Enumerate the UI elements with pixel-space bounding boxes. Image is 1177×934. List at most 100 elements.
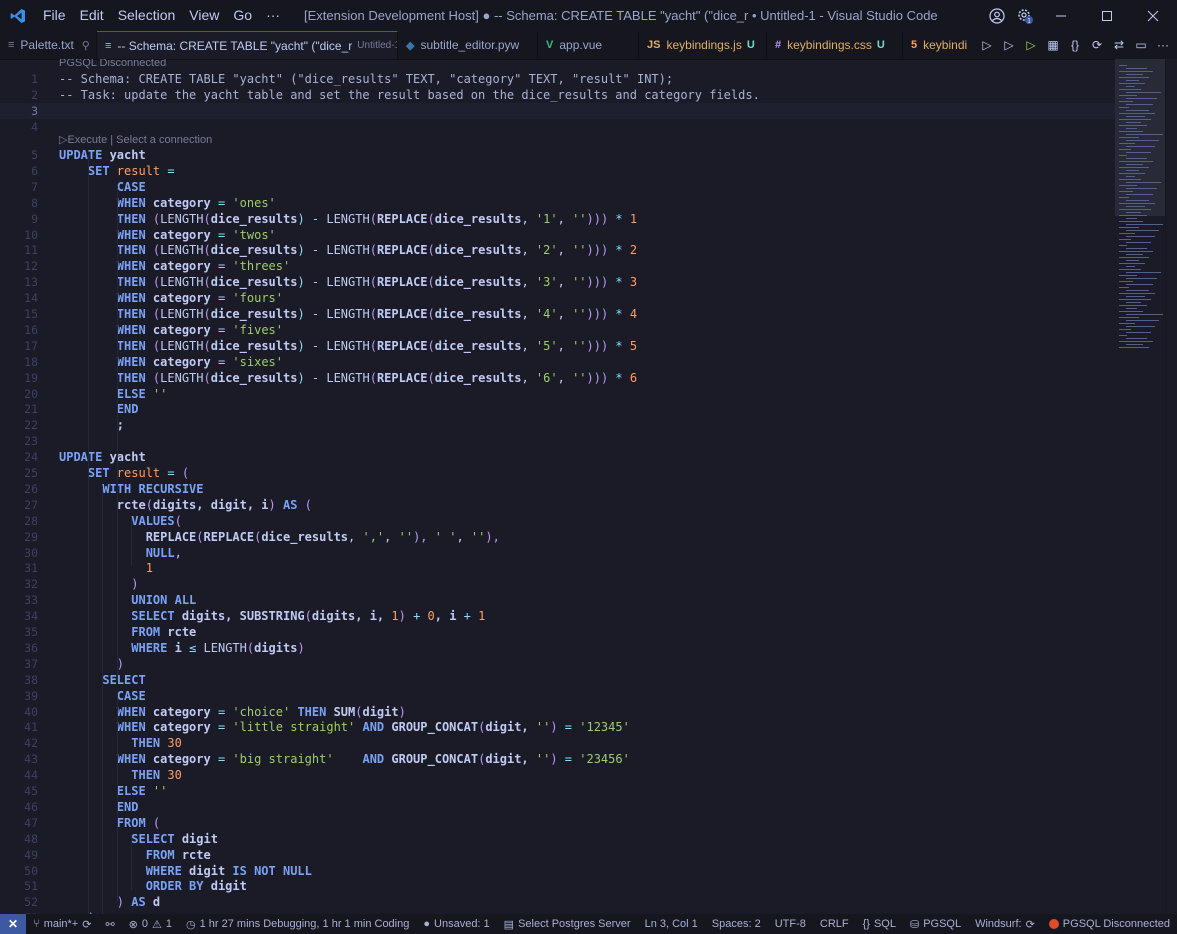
code-line[interactable]: 22 ; — [0, 417, 1115, 433]
code-line[interactable]: 36 WHERE i ≤ LENGTH(digits) — [0, 640, 1115, 656]
code-line[interactable]: 48 SELECT digit — [0, 831, 1115, 847]
code-line[interactable]: 19 THEN (LENGTH(dice_results) - LENGTH(R… — [0, 370, 1115, 386]
code-line[interactable]: 7 CASE — [0, 179, 1115, 195]
code-line[interactable]: 34 SELECT digits, SUBSTRING(digits, i, 1… — [0, 608, 1115, 624]
menu-file[interactable]: File — [36, 0, 73, 31]
minimap-line — [1119, 323, 1135, 324]
code-line[interactable]: 15 THEN (LENGTH(dice_results) - LENGTH(R… — [0, 306, 1115, 322]
encoding[interactable]: UTF-8 — [768, 918, 813, 930]
tab-keybindings-css[interactable]: # keybindings.css U — [767, 31, 903, 59]
problems-item[interactable]: ⊗ 0 ⚠ 1 — [122, 918, 179, 931]
close-icon[interactable] — [1130, 0, 1176, 31]
cursor-position[interactable]: Ln 3, Col 1 — [638, 918, 705, 930]
code-line[interactable]: 11 THEN (LENGTH(dice_results) - LENGTH(R… — [0, 242, 1115, 258]
tab-app-vue[interactable]: V app.vue — [538, 31, 639, 59]
code-line[interactable]: 20 ELSE '' — [0, 386, 1115, 402]
run-green-icon[interactable]: ▷ — [1023, 37, 1039, 53]
code-line[interactable]: 32 ) — [0, 576, 1115, 592]
compare-icon[interactable]: ⇄ — [1111, 37, 1127, 53]
code-line[interactable]: 17 THEN (LENGTH(dice_results) - LENGTH(R… — [0, 338, 1115, 354]
split-editor-icon[interactable]: ▭ — [1133, 37, 1149, 53]
code-line[interactable]: 3 — [0, 103, 1115, 119]
unsaved-item[interactable]: ● Unsaved: 1 — [416, 918, 496, 930]
code-line[interactable]: 42 THEN 30 — [0, 735, 1115, 751]
menu-view[interactable]: View — [182, 0, 226, 31]
minimap[interactable] — [1115, 59, 1165, 914]
code-line[interactable]: 10 WHEN category = 'twos' — [0, 227, 1115, 243]
code-line[interactable]: 4 — [0, 119, 1115, 135]
code-line[interactable]: 52 ) AS d — [0, 894, 1115, 910]
code-line[interactable]: 25 SET result = ( — [0, 465, 1115, 481]
windsurf-item[interactable]: Windsurf: ⟳ — [968, 918, 1042, 931]
code-line[interactable]: 26 WITH RECURSIVE — [0, 481, 1115, 497]
time-tracker-item[interactable]: ◷ 1 hr 27 mins Debugging, 1 hr 1 min Cod… — [179, 918, 416, 931]
tab-keybindings-js[interactable]: JS keybindings.js U — [639, 31, 767, 59]
account-icon[interactable] — [984, 0, 1010, 31]
code-line[interactable]: 45 ELSE '' — [0, 783, 1115, 799]
menu-go[interactable]: Go — [226, 0, 259, 31]
code-line[interactable]: 49 FROM rcte — [0, 847, 1115, 863]
more-actions-icon[interactable]: ··· — [1155, 37, 1171, 53]
code-line[interactable]: 41 WHEN category = 'little straight' AND… — [0, 719, 1115, 735]
code-line[interactable]: 14 WHEN category = 'fours' — [0, 290, 1115, 306]
code-line[interactable]: 46 END — [0, 799, 1115, 815]
code-line[interactable]: 18 WHEN category = 'sixes' — [0, 354, 1115, 370]
indentation[interactable]: Spaces: 2 — [705, 918, 768, 930]
code-line[interactable]: 16 WHEN category = 'fives' — [0, 322, 1115, 338]
run-outline-icon[interactable]: ▷ — [979, 37, 995, 53]
code-line[interactable]: 47 FROM ( — [0, 815, 1115, 831]
code-line[interactable]: 29 REPLACE(REPLACE(dice_results, ',', ''… — [0, 529, 1115, 545]
code-line[interactable]: 31 1 — [0, 560, 1115, 576]
remote-indicator-icon[interactable]: ✕ — [0, 914, 27, 934]
code-line[interactable]: 28 VALUES( — [0, 513, 1115, 529]
language-mode[interactable]: {} SQL — [856, 918, 903, 930]
code-line[interactable]: 5 UPDATE yacht — [0, 147, 1115, 163]
menu-selection[interactable]: Selection — [111, 0, 183, 31]
code-line[interactable]: 39 CASE — [0, 688, 1115, 704]
pin-icon[interactable]: ⚲ — [82, 39, 90, 52]
run-icon[interactable]: ▷ — [1001, 37, 1017, 53]
tab-untitled-sql[interactable]: ≡ -- Schema: CREATE TABLE "yacht" ("dice… — [97, 31, 398, 59]
code-line[interactable]: 21 END — [0, 401, 1115, 417]
pgsql-item[interactable]: ⛁ PGSQL — [903, 918, 968, 931]
code-line[interactable]: 33 UNION ALL — [0, 592, 1115, 608]
code-line[interactable]: 13 THEN (LENGTH(dice_results) - LENGTH(R… — [0, 274, 1115, 290]
code-line[interactable]: 35 FROM rcte — [0, 624, 1115, 640]
table-icon[interactable]: ▦ — [1045, 37, 1061, 53]
code-line[interactable]: 23 — [0, 433, 1115, 449]
code-editor[interactable]: PGSQL Disconnected ▷Execute | Select a c… — [0, 59, 1115, 914]
end-of-line[interactable]: CRLF — [813, 918, 856, 930]
menu-edit[interactable]: Edit — [73, 0, 111, 31]
code-line[interactable]: 27 rcte(digits, digit, i) AS ( — [0, 497, 1115, 513]
tab-subtitle-editor[interactable]: ◆ subtitle_editor.pyw — [398, 31, 538, 59]
tab-palette[interactable]: ≡ Palette.txt ⚲ — [0, 31, 97, 59]
code-line[interactable]: 6 SET result = — [0, 163, 1115, 179]
vertical-scrollbar[interactable] — [1165, 59, 1177, 914]
code-line[interactable]: 24 UPDATE yacht — [0, 449, 1115, 465]
branch-item[interactable]: ⑂ main*+ ⟳ — [26, 918, 98, 931]
code-line[interactable]: 1 -- Schema: CREATE TABLE "yacht" ("dice_… — [0, 71, 1115, 87]
maximize-icon[interactable] — [1084, 0, 1130, 31]
code-line[interactable]: 38 SELECT — [0, 672, 1115, 688]
sync-icon[interactable]: ⟳ — [82, 918, 91, 931]
code-line[interactable]: 40 WHEN category = 'choice' THEN SUM(dig… — [0, 704, 1115, 720]
code-line[interactable]: 50 WHERE digit IS NOT NULL — [0, 863, 1115, 879]
menu-more[interactable]: ··· — [259, 0, 287, 31]
braces-icon[interactable]: {} — [1067, 37, 1083, 53]
code-line[interactable]: 44 THEN 30 — [0, 767, 1115, 783]
server-item[interactable]: ▤ Select Postgres Server — [497, 918, 638, 931]
code-line[interactable]: 2 -- Task: update the yacht table and set… — [0, 87, 1115, 103]
code-line[interactable]: 37 ) — [0, 656, 1115, 672]
code-line[interactable]: 12 WHEN category = 'threes' — [0, 258, 1115, 274]
pg-disconnected-item[interactable]: PGSQL Disconnected — [1042, 918, 1177, 930]
sync-icon[interactable]: ⟳ — [1089, 37, 1105, 53]
tab-keybindings-html[interactable]: 5 keybindi — [903, 31, 975, 59]
code-line[interactable]: 8 WHEN category = 'ones' — [0, 195, 1115, 211]
minimize-icon[interactable] — [1038, 0, 1084, 31]
settings-gear-icon[interactable]: 1 — [1012, 0, 1038, 31]
code-line[interactable]: 9 THEN (LENGTH(dice_results) - LENGTH(RE… — [0, 211, 1115, 227]
git-graph-icon[interactable]: ⚯ — [98, 918, 121, 931]
code-line[interactable]: 43 WHEN category = 'big straight' AND GR… — [0, 751, 1115, 767]
code-line[interactable]: 30 NULL, — [0, 545, 1115, 561]
code-line[interactable]: 51 ORDER BY digit — [0, 878, 1115, 894]
